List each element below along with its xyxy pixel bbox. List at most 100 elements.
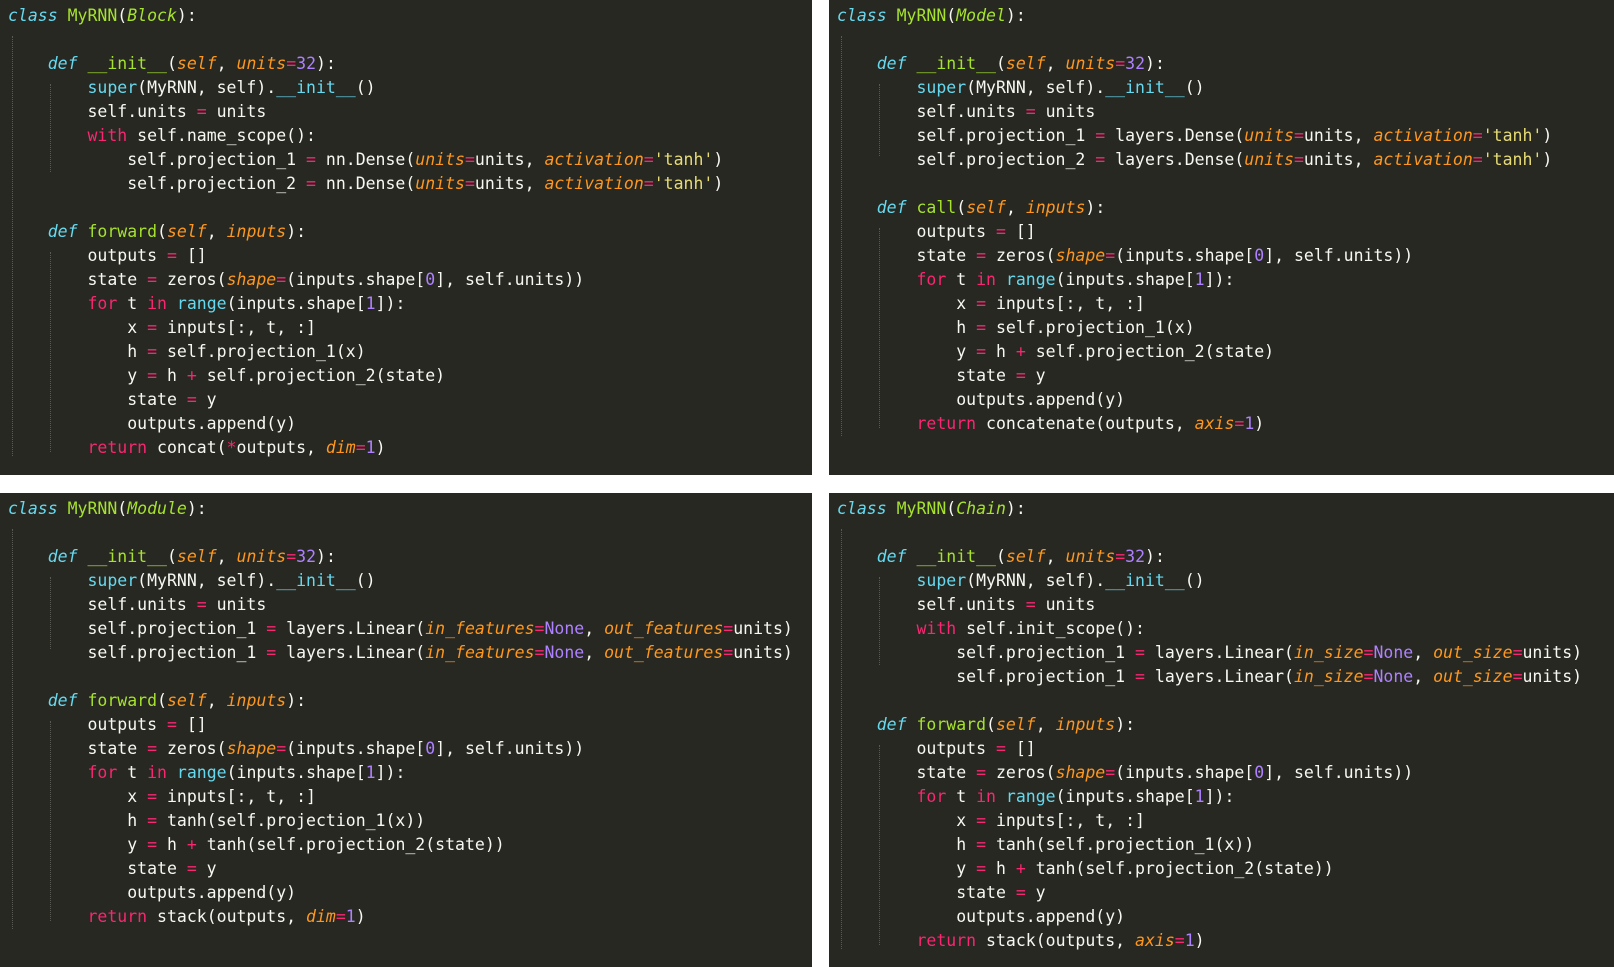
code-line: class MyRNN(Module): [8,497,793,521]
code-token: Model [956,6,1006,25]
code-token: super [87,571,138,590]
code-token: t [946,270,977,289]
code-token: = [1512,643,1523,662]
code-token: 32 [296,54,317,73]
code-token: 1 [1244,414,1255,433]
code-token: h [157,366,187,385]
code-line: def __init__(self, units=32): [837,52,1552,76]
code-token: + [186,366,197,385]
code-token: 0 [1254,763,1265,782]
code-token: = [266,619,277,638]
code-line: h = tanh(self.projection_1(x)) [8,809,793,833]
code-token: = [976,811,987,830]
code-token: return [916,414,977,433]
code-line: self.projection_1 = layers.Linear(in_fea… [8,641,793,665]
code-token: Chain [956,499,1006,518]
code-token: nn.Dense( [315,174,416,193]
code-token: def [47,691,78,710]
code-token: ) [1542,150,1553,169]
code-token: = [286,54,297,73]
code-token: 0 [1254,246,1265,265]
code-token: outputs.append(y) [8,883,297,902]
code-token: for [87,763,118,782]
code-token: 1 [1194,270,1205,289]
code-token: for [87,294,118,313]
code-line: y = h + self.projection_2(state) [8,364,723,388]
code-token: () [355,571,376,590]
code-token: range [1005,787,1056,806]
code-token: inputs [1025,198,1086,217]
code-token: = [1363,643,1374,662]
code-line: def forward(self, inputs): [837,713,1582,737]
code-token: for [916,787,947,806]
code-token: 1 [365,438,376,457]
code-token: units) [733,643,793,662]
code-token: self.projection_1(x) [157,342,366,361]
code-token: = [1115,54,1126,73]
code-line: super(MyRNN, self).__init__() [8,569,793,593]
code-token: range [176,294,227,313]
code-token: self.units [8,102,197,121]
code-token: (MyRNN, self). [966,571,1106,590]
code-token: stack(outputs, [147,907,307,926]
code-token: state [8,739,148,758]
code-token: ]): [375,763,406,782]
code-token: y [8,835,148,854]
code-token: 0 [425,270,436,289]
code-block: class MyRNN(Module): def __init__(self, … [8,497,793,929]
code-token: layers.Linear( [1144,667,1294,686]
code-token: , [216,54,237,73]
code-token: state [837,246,977,265]
code-token: nn.Dense( [315,150,416,169]
code-token: Block [127,6,177,25]
code-token: , [1045,547,1066,566]
code-token: units [415,150,465,169]
code-line: return concatenate(outputs, axis=1) [837,412,1552,436]
code-token: units [1065,54,1116,73]
code-token: Module [127,499,187,518]
code-token: t [946,787,977,806]
code-token: x [837,294,977,313]
code-line: return concat(*outputs, dim=1) [8,436,723,460]
code-line: self.projection_2 = layers.Dense(units=u… [837,148,1552,172]
code-line: self.units = units [8,100,723,124]
code-token: (inputs.shape[ [286,270,426,289]
code-line: for t in range(inputs.shape[1]): [8,292,723,316]
code-token: y [8,366,148,385]
code-line: state = y [8,388,723,412]
code-token: = [534,643,545,662]
code-token: ): [286,222,307,241]
code-line: self.projection_1 = nn.Dense(units=units… [8,148,723,172]
code-token: self [966,198,1006,217]
code-token: activation [1373,126,1473,145]
code-token: inputs[:, t, :] [986,294,1145,313]
code-token: = [1472,150,1483,169]
code-line: self.units = units [8,593,793,617]
code-token: 1 [365,294,376,313]
code-token: axis [1194,414,1235,433]
code-token: ( [986,715,996,734]
code-token: * [226,438,237,457]
code-token: in_size [1293,667,1364,686]
code-line: def __init__(self, units=32): [8,52,723,76]
code-token: range [176,763,227,782]
code-token: ) [713,150,724,169]
code-line: state = y [837,364,1552,388]
code-line: state = zeros(shape=(inputs.shape[0], se… [837,761,1582,785]
code-line: self.projection_2 = nn.Dense(units=units… [8,172,723,196]
code-token: 32 [1125,54,1146,73]
code-token: def [47,222,78,241]
code-token: ) [713,174,724,193]
code-token: self.units [837,102,1026,121]
code-token: in_size [1293,643,1364,662]
code-token: def [876,715,907,734]
code-token: class [8,6,58,25]
